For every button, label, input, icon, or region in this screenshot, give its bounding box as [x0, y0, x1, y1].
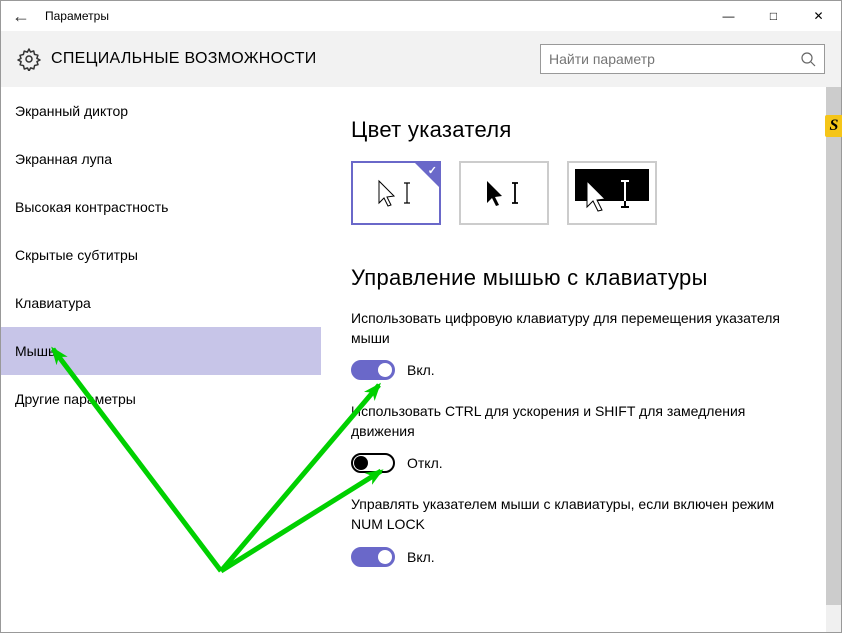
checkmark-icon: ✓: [428, 164, 437, 177]
maximize-button[interactable]: □: [751, 1, 796, 31]
search-icon: [800, 51, 816, 67]
sidebar-item-label: Клавиатура: [15, 295, 91, 311]
setting-label: Использовать цифровую клавиатуру для пер…: [351, 309, 781, 348]
sidebar-item-high-contrast[interactable]: Высокая контрастность: [1, 183, 321, 231]
setting-label: Использовать CTRL для ускорения и SHIFT …: [351, 402, 781, 441]
sidebar-item-other-options[interactable]: Другие параметры: [1, 375, 321, 423]
search-input[interactable]: [549, 51, 800, 67]
content-pane: Цвет указателя ✓: [321, 87, 841, 632]
sidebar-item-closed-captions[interactable]: Скрытые субтитры: [1, 231, 321, 279]
toggle-state-label: Вкл.: [407, 362, 435, 378]
sidebar-item-label: Скрытые субтитры: [15, 247, 138, 263]
back-button[interactable]: ←: [1, 6, 41, 27]
gear-icon: [17, 47, 41, 71]
toggle-state-label: Вкл.: [407, 549, 435, 565]
cursor-preview-icon: [479, 175, 529, 211]
close-button[interactable]: ✕: [796, 1, 841, 31]
scrollbar-thumb[interactable]: [826, 87, 841, 605]
header: СПЕЦИАЛЬНЫЕ ВОЗМОЖНОСТИ: [1, 31, 841, 87]
section-title-mouse-keys: Управление мышью с клавиатуры: [351, 265, 811, 291]
cursor-preview-icon: [569, 163, 655, 223]
header-title: СПЕЦИАЛЬНЫЕ ВОЗМОЖНОСТИ: [51, 50, 317, 68]
toggle-numlock-mouse[interactable]: [351, 547, 395, 567]
window-title: Параметры: [41, 9, 706, 23]
cursor-option-inverted[interactable]: [567, 161, 657, 225]
toggle-numpad-mouse[interactable]: [351, 360, 395, 380]
section-title-pointer-color: Цвет указателя: [351, 117, 811, 143]
sidebar-item-label: Мышь: [15, 343, 55, 359]
minimize-button[interactable]: —: [706, 1, 751, 31]
toggle-state-label: Откл.: [407, 455, 443, 471]
sidebar-item-magnifier[interactable]: Экранная лупа: [1, 135, 321, 183]
cursor-options: ✓: [351, 161, 811, 225]
cursor-option-white[interactable]: ✓: [351, 161, 441, 225]
sidebar: Экранный диктор Экранная лупа Высокая ко…: [1, 87, 321, 632]
sidebar-item-label: Экранная лупа: [15, 151, 112, 167]
title-bar: ← Параметры — □ ✕: [1, 1, 841, 31]
search-box[interactable]: [540, 44, 825, 74]
annotation-badge: S: [825, 115, 842, 137]
setting-label: Управлять указателем мыши с клавиатуры, …: [351, 495, 781, 534]
sidebar-item-mouse[interactable]: Мышь: [1, 327, 321, 375]
sidebar-item-label: Другие параметры: [15, 391, 136, 407]
sidebar-item-keyboard[interactable]: Клавиатура: [1, 279, 321, 327]
sidebar-item-narrator[interactable]: Экранный диктор: [1, 87, 321, 135]
sidebar-item-label: Экранный диктор: [15, 103, 128, 119]
toggle-ctrl-shift-speed[interactable]: [351, 453, 395, 473]
sidebar-item-label: Высокая контрастность: [15, 199, 168, 215]
cursor-option-black[interactable]: [459, 161, 549, 225]
scrollbar[interactable]: [826, 87, 841, 632]
